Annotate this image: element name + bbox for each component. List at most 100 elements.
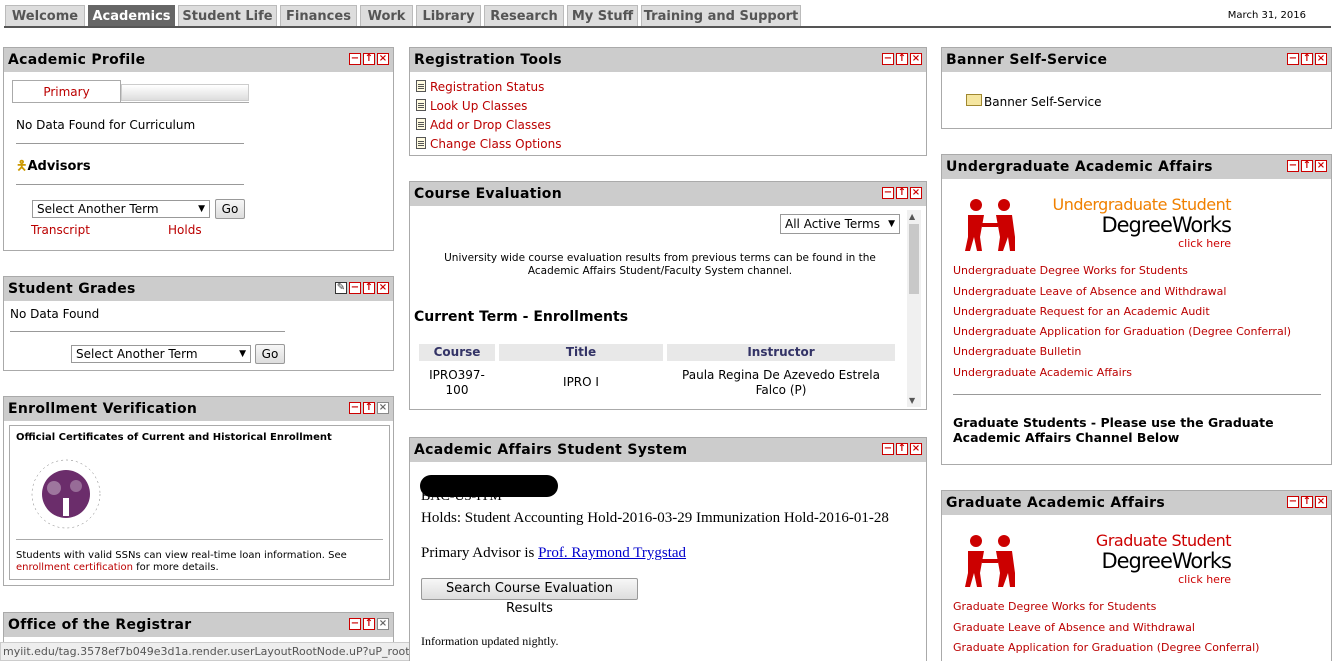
link-label: Banner Self-Service (984, 95, 1102, 109)
column-header-title: Title (499, 344, 663, 361)
grad-link-degree-works[interactable]: Graduate Degree Works for Students (953, 600, 1156, 613)
advisor-link[interactable]: Prof. Raymond Trygstad (538, 545, 686, 561)
close-icon[interactable]: × (910, 53, 922, 65)
tab-work[interactable]: Work (360, 5, 413, 26)
minimize-icon[interactable]: − (349, 618, 361, 630)
scrollbar[interactable]: ▲ ▼ (907, 210, 921, 407)
portlet-controls: − ↑ × (1287, 160, 1327, 172)
close-icon[interactable]: × (377, 53, 389, 65)
add-drop-classes-link[interactable]: Add or Drop Classes (416, 116, 561, 135)
folder-icon (966, 94, 982, 106)
tab-finances[interactable]: Finances (280, 5, 357, 26)
holds-link[interactable]: Holds (168, 223, 202, 237)
column-header-instructor: Instructor (667, 344, 895, 361)
ug-link-leave-of-absence[interactable]: Undergraduate Leave of Absence and Withd… (953, 285, 1226, 298)
close-icon[interactable]: × (1315, 496, 1327, 508)
terms-value: All Active Terms (785, 217, 880, 231)
portlet-controls: − ↑ × (349, 53, 389, 65)
go-button[interactable]: Go (255, 344, 285, 364)
minimize-icon[interactable]: − (349, 282, 361, 294)
holds-text: Holds: Student Accounting Hold-2016-03-2… (421, 510, 889, 526)
portlet-controls: − ↑ × (349, 618, 389, 630)
portlet-title: Office of the Registrar (4, 613, 393, 637)
minimize-icon[interactable]: − (1287, 53, 1299, 65)
ug-link-graduation-application[interactable]: Undergraduate Application for Graduation… (953, 325, 1291, 338)
close-icon[interactable]: × (377, 618, 389, 630)
divider (12, 102, 249, 103)
go-button[interactable]: Go (215, 199, 245, 219)
minimize-icon[interactable]: − (882, 187, 894, 199)
current-date: March 31, 2016 (1227, 10, 1306, 21)
grad-link-graduation-application[interactable]: Graduate Application for Graduation (Deg… (953, 641, 1259, 654)
portlet-title: Undergraduate Academic Affairs (942, 155, 1331, 179)
close-icon[interactable]: × (910, 443, 922, 455)
portlet-controls: − ↑ × (1287, 53, 1327, 65)
close-icon[interactable]: × (377, 282, 389, 294)
scrollbar-thumb[interactable] (909, 224, 919, 294)
minimize-icon[interactable]: − (1287, 496, 1299, 508)
maximize-icon[interactable]: ↑ (363, 402, 375, 414)
look-up-classes-link[interactable]: Look Up Classes (416, 97, 561, 116)
divider (16, 143, 244, 144)
ug-link-degree-works[interactable]: Undergraduate Degree Works for Students (953, 264, 1188, 277)
clearinghouse-logo (31, 459, 101, 529)
course-evaluation-portlet: Course Evaluation − ↑ × All Active Terms… (409, 181, 927, 410)
tab-student-life[interactable]: Student Life (178, 5, 277, 26)
select-term-dropdown[interactable]: Select Another Term ▼ (71, 345, 251, 363)
tab-academics[interactable]: Academics (88, 5, 175, 26)
figures-logo-icon (965, 199, 1015, 251)
divider (10, 331, 285, 332)
portlet-title: Registration Tools (410, 48, 926, 72)
tab-training-and-support[interactable]: Training and Support (641, 5, 801, 26)
tab-library[interactable]: Library (416, 5, 481, 26)
document-icon (416, 99, 426, 111)
close-icon[interactable]: × (377, 402, 389, 414)
edit-icon[interactable]: ✎ (335, 282, 347, 294)
maximize-icon[interactable]: ↑ (363, 282, 375, 294)
scroll-up-icon[interactable]: ▲ (909, 212, 915, 221)
degreeworks-logo[interactable]: Undergraduate Student DegreeWorks click … (956, 189, 1246, 255)
maximize-icon[interactable]: ↑ (1301, 160, 1313, 172)
tab-my-stuff[interactable]: My Stuff (567, 5, 638, 26)
banner-self-service-portlet: Banner Self-Service − ↑ × Banner Self-Se… (941, 47, 1332, 129)
change-class-options-link[interactable]: Change Class Options (416, 135, 561, 154)
portlet-controls: ✎ − ↑ × (335, 282, 389, 294)
degreeworks-logo[interactable]: Graduate Student DegreeWorks click here (956, 525, 1246, 591)
registration-status-link[interactable]: Registration Status (416, 78, 561, 97)
portlet-controls: − ↑ × (882, 187, 922, 199)
tab-primary[interactable]: Primary (12, 80, 121, 103)
maximize-icon[interactable]: ↑ (363, 618, 375, 630)
maximize-icon[interactable]: ↑ (896, 187, 908, 199)
minimize-icon[interactable]: − (349, 402, 361, 414)
registration-tools-portlet: Registration Tools − ↑ × Registration St… (409, 47, 927, 156)
minimize-icon[interactable]: − (349, 53, 361, 65)
enrollment-certification-link[interactable]: enrollment certification (16, 562, 133, 573)
minimize-icon[interactable]: − (882, 443, 894, 455)
ug-link-academic-affairs[interactable]: Undergraduate Academic Affairs (953, 366, 1132, 379)
link-label: Look Up Classes (430, 99, 528, 113)
ug-link-bulletin[interactable]: Undergraduate Bulletin (953, 345, 1081, 358)
minimize-icon[interactable]: − (882, 53, 894, 65)
maximize-icon[interactable]: ↑ (1301, 496, 1313, 508)
select-term-dropdown[interactable]: Select Another Term ▼ (32, 200, 210, 218)
banner-self-service-link[interactable]: Banner Self-Service (966, 94, 1102, 109)
maximize-icon[interactable]: ↑ (1301, 53, 1313, 65)
maximize-icon[interactable]: ↑ (363, 53, 375, 65)
close-icon[interactable]: × (1315, 160, 1327, 172)
scroll-down-icon[interactable]: ▼ (909, 396, 915, 405)
grad-link-leave-of-absence[interactable]: Graduate Leave of Absence and Withdrawal (953, 621, 1195, 634)
search-course-evaluation-button[interactable]: Search Course Evaluation Results (421, 578, 638, 616)
minimize-icon[interactable]: − (1287, 160, 1299, 172)
terms-dropdown[interactable]: All Active Terms ▼ (780, 214, 900, 234)
transcript-link[interactable]: Transcript (31, 223, 90, 237)
tab-research[interactable]: Research (484, 5, 564, 26)
maximize-icon[interactable]: ↑ (896, 443, 908, 455)
academic-profile-portlet: Academic Profile − ↑ × Primary No Data F… (3, 47, 394, 251)
divider (953, 394, 1321, 395)
maximize-icon[interactable]: ↑ (896, 53, 908, 65)
tab-welcome[interactable]: Welcome (5, 5, 85, 26)
close-icon[interactable]: × (1315, 53, 1327, 65)
tab-bar-underline (4, 26, 1331, 28)
close-icon[interactable]: × (910, 187, 922, 199)
ug-link-academic-audit[interactable]: Undergraduate Request for an Academic Au… (953, 305, 1210, 318)
